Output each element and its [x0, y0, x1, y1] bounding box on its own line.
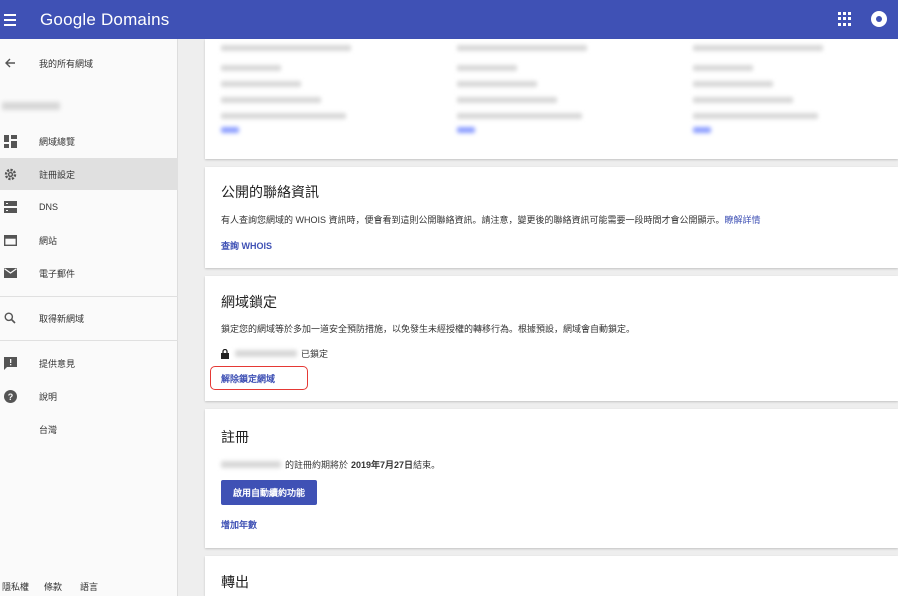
terms-link[interactable]: 條款 [44, 580, 62, 593]
sidebar-item-registration[interactable]: 註冊設定 [0, 158, 178, 190]
card-description: 有人查詢您網域的 WHOIS 資訊時，便會看到這則公開聯絡資訊。請注意，變更後的… [221, 215, 761, 225]
domain-lock-card: 網域鎖定 鎖定您的網域等於多加一道安全預防措施，以免發生未經授權的轉移行為。根據… [205, 276, 898, 401]
sidebar-item-label: 網站 [39, 235, 58, 246]
lock-status-label: 已鎖定 [301, 349, 329, 359]
sidebar-item-label: 台灣 [39, 424, 58, 435]
contact-column [221, 45, 351, 133]
privacy-link[interactable]: 隱私權 [2, 580, 29, 593]
sidebar-item-label: 說明 [39, 391, 58, 402]
card-title: 網域鎖定 [221, 294, 277, 310]
public-contact-card: 公開的聯絡資訊 有人查詢您網域的 WHOIS 資訊時，便會看到這則公開聯絡資訊。… [205, 167, 898, 268]
card-title: 註冊 [221, 429, 249, 445]
dns-icon [3, 200, 17, 214]
sidebar: 我的所有網域 網域總覽 註冊設定 DNS 網站 電子郵件 取得新網域 提供意見 … [0, 39, 178, 596]
top-app-bar: Google Domains [0, 0, 898, 39]
learn-more-link[interactable]: 瞭解詳情 [725, 215, 761, 225]
dashboard-icon [3, 134, 17, 148]
language-link[interactable]: 語言 [80, 580, 98, 593]
menu-icon[interactable] [4, 0, 26, 39]
sidebar-item-label: 網域總覽 [39, 136, 76, 147]
arrow-back-icon [3, 56, 17, 70]
expiry-date: 2019年7月27日 [351, 460, 414, 470]
sidebar-item-label: 提供意見 [39, 358, 76, 369]
web-icon [3, 233, 17, 247]
card-title: 公開的聯絡資訊 [221, 184, 319, 200]
gear-icon [3, 167, 17, 181]
apps-grid-icon[interactable] [838, 12, 852, 26]
sidebar-item-overview[interactable]: 網域總覽 [0, 125, 178, 157]
app-title[interactable]: Google Domains [40, 10, 169, 30]
sidebar-divider [0, 340, 178, 341]
sidebar-item-email[interactable]: 電子郵件 [0, 257, 178, 289]
lock-status: 已鎖定 [221, 347, 328, 360]
sidebar-divider [0, 296, 178, 297]
sidebar-item-label: 取得新網域 [39, 313, 85, 324]
contact-column [457, 45, 587, 133]
svg-text:?: ? [7, 392, 13, 402]
add-years-link[interactable]: 增加年數 [221, 518, 257, 531]
sidebar-item-dns[interactable]: DNS [0, 191, 178, 223]
sidebar-item-region[interactable]: 台灣 [0, 413, 178, 445]
whois-lookup-link[interactable]: 查詢 WHOIS [221, 239, 272, 252]
sidebar-item-website[interactable]: 網站 [0, 224, 178, 256]
card-description: 鎖定您的網域等於多加一道安全預防措施，以免發生未經授權的轉移行為。根據預設，網域… [221, 324, 636, 334]
contacts-card [205, 39, 898, 159]
search-icon [3, 311, 17, 325]
sidebar-item-label: 註冊設定 [39, 169, 76, 180]
account-icon[interactable] [871, 11, 887, 27]
help-icon: ? [3, 389, 17, 403]
registration-card: 註冊 的註冊約期將於 2019年7月27日 結束。 啟用自動續約功能 增加年數 [205, 409, 898, 548]
feedback-icon [3, 356, 17, 370]
sidebar-item-help[interactable]: ? 說明 [0, 380, 178, 412]
expiry-info: 的註冊約期將於 2019年7月27日 結束。 [221, 458, 440, 471]
sidebar-item-get-domain[interactable]: 取得新網域 [0, 302, 178, 334]
sidebar-item-feedback[interactable]: 提供意見 [0, 347, 178, 379]
transfer-card: 轉出 [205, 556, 898, 596]
enable-autorenew-button[interactable]: 啟用自動續約功能 [221, 480, 318, 505]
sidebar-item-label: 電子郵件 [39, 268, 76, 279]
highlight-annotation [210, 366, 308, 390]
card-title: 轉出 [221, 574, 249, 590]
back-to-all-domains[interactable]: 我的所有網域 [0, 47, 178, 79]
contact-column [693, 45, 823, 133]
back-label: 我的所有網域 [39, 58, 94, 69]
email-icon [3, 266, 17, 280]
current-domain-name [0, 91, 178, 123]
lock-icon [221, 348, 229, 359]
sidebar-item-label: DNS [39, 202, 59, 212]
